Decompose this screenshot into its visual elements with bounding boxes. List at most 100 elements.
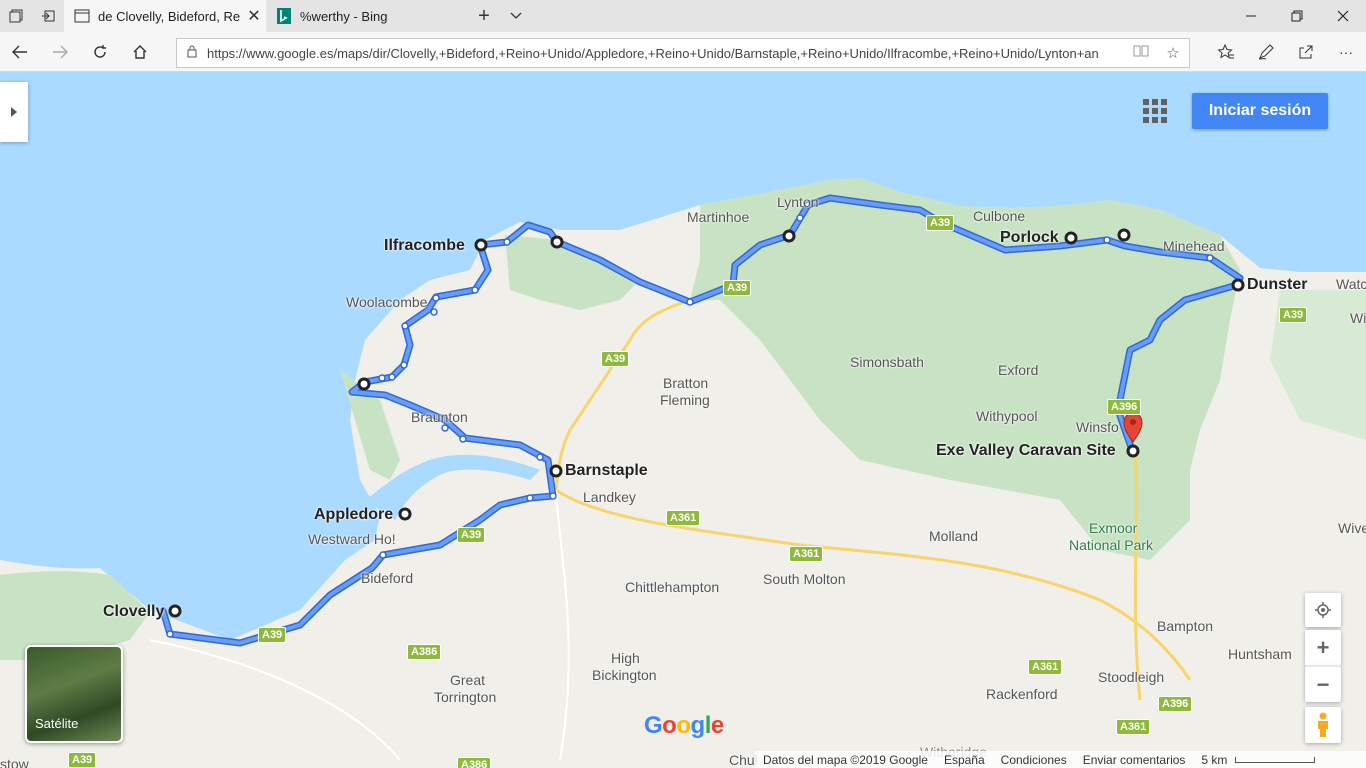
place-label: Withypool bbox=[976, 408, 1038, 424]
lock-icon[interactable] bbox=[177, 45, 207, 61]
home-icon[interactable] bbox=[120, 32, 160, 72]
road-shield: A386 bbox=[407, 644, 442, 660]
place-label: Winsfo bbox=[1076, 419, 1119, 435]
place-label: Torrington bbox=[434, 689, 497, 705]
url-text[interactable]: https://www.google.es/maps/dir/Clovelly,… bbox=[207, 46, 1125, 61]
place-label: Huntsham bbox=[1228, 646, 1292, 662]
google-logo: Google bbox=[644, 712, 724, 739]
apps-grid-icon[interactable] bbox=[1140, 96, 1170, 126]
scale-label[interactable]: 5 km bbox=[1201, 753, 1227, 767]
place-label[interactable]: Dunster bbox=[1247, 276, 1307, 293]
forward-arrow-icon[interactable] bbox=[40, 32, 80, 72]
place-label: Martinhoe bbox=[687, 209, 750, 225]
place-label: stow bbox=[0, 756, 29, 768]
place-label: Fleming bbox=[660, 392, 710, 408]
road-shield: A39 bbox=[1279, 307, 1308, 323]
road-shield: A39 bbox=[258, 627, 287, 643]
zoom-in-button[interactable]: + bbox=[1305, 630, 1341, 666]
zoom-out-button[interactable]: − bbox=[1305, 666, 1341, 702]
place-label[interactable]: Exe Valley Caravan Site bbox=[936, 442, 1116, 459]
expand-panel-button[interactable] bbox=[0, 82, 28, 142]
place-label[interactable]: Ilfracombe bbox=[384, 237, 465, 254]
place-label[interactable]: Appledore bbox=[314, 506, 393, 523]
place-label: High bbox=[611, 650, 640, 666]
place-label: Bideford bbox=[361, 570, 414, 586]
restore-icon[interactable] bbox=[1274, 0, 1320, 32]
favorite-star-icon[interactable]: ☆ bbox=[1157, 44, 1189, 62]
bing-icon bbox=[276, 8, 292, 24]
more-icon[interactable]: ··· bbox=[1326, 32, 1366, 72]
close-tab-icon[interactable]: ✕ bbox=[242, 6, 266, 26]
tab-google-maps[interactable]: de Clovelly, Bideford, Re ✕ bbox=[64, 0, 266, 32]
place-label[interactable]: Clovelly bbox=[103, 603, 164, 620]
place-label: Bratton bbox=[663, 375, 709, 391]
road-shield: A386 bbox=[457, 757, 492, 768]
place-label: Landkey bbox=[583, 489, 636, 505]
place-label: Watc bbox=[1336, 276, 1366, 292]
address-bar[interactable]: https://www.google.es/maps/dir/Clovelly,… bbox=[176, 38, 1190, 68]
place-label: Lynton bbox=[777, 194, 819, 210]
place-label: Westward Ho! bbox=[308, 531, 396, 547]
satellite-layer-button[interactable]: Satélite bbox=[25, 645, 123, 743]
satellite-label: Satélite bbox=[35, 716, 79, 731]
terms-link[interactable]: Condiciones bbox=[1001, 753, 1067, 767]
reading-view-icon[interactable] bbox=[1125, 44, 1157, 62]
feedback-link[interactable]: Enviar comentarios bbox=[1083, 753, 1186, 767]
share-icon[interactable] bbox=[1286, 32, 1326, 72]
place-label[interactable]: Barnstaple bbox=[565, 462, 648, 479]
street-view-pegman-icon[interactable] bbox=[1305, 707, 1341, 743]
road-shield: A39 bbox=[723, 280, 752, 296]
scale-bar[interactable] bbox=[1235, 756, 1316, 763]
back-arrow-icon[interactable] bbox=[0, 32, 40, 72]
new-tab-icon[interactable]: + bbox=[467, 0, 501, 32]
tab-bing[interactable]: %werthy - Bing bbox=[266, 0, 466, 32]
road-shield: A39 bbox=[926, 215, 955, 231]
tab-bar: de Clovelly, Bideford, Re ✕ %werthy - Bi… bbox=[0, 0, 1366, 32]
road-shield: A39 bbox=[457, 527, 486, 543]
road-shield: A361 bbox=[666, 510, 701, 526]
set-tabs-aside-icon[interactable] bbox=[32, 0, 64, 32]
map-footer: Datos del mapa ©2019 Google España Condi… bbox=[755, 751, 1366, 768]
place-label: Minehead bbox=[1163, 238, 1225, 254]
place-label: Wi bbox=[1350, 310, 1366, 326]
place-label: Simonsbath bbox=[850, 354, 924, 370]
road-shield: A39 bbox=[601, 351, 630, 367]
pen-icon[interactable] bbox=[1246, 32, 1286, 72]
my-location-button[interactable] bbox=[1305, 593, 1341, 627]
place-label: Braunton bbox=[411, 409, 468, 425]
map-base bbox=[0, 72, 1366, 768]
map-data-attribution: Datos del mapa ©2019 Google bbox=[763, 752, 928, 767]
road-shield: A396 bbox=[1158, 696, 1193, 712]
place-label: Woolacombe bbox=[346, 294, 428, 310]
refresh-icon[interactable] bbox=[80, 32, 120, 72]
tab-title: %werthy - Bing bbox=[300, 8, 388, 24]
road-shield: A396 bbox=[1107, 399, 1142, 415]
sign-in-button[interactable]: Iniciar sesión bbox=[1192, 93, 1328, 129]
place-label: Stoodleigh bbox=[1098, 669, 1165, 685]
crosshair-icon bbox=[1315, 602, 1331, 618]
close-window-icon[interactable] bbox=[1320, 0, 1366, 32]
place-label: Culbone bbox=[973, 208, 1026, 224]
place-label: Wive bbox=[1338, 520, 1366, 536]
place-label: Chittlehampton bbox=[625, 579, 720, 595]
place-label: National Park bbox=[1069, 537, 1154, 553]
chevron-down-icon[interactable] bbox=[500, 0, 532, 32]
country-link[interactable]: España bbox=[944, 753, 985, 767]
place-label: Rackenford bbox=[986, 686, 1058, 702]
road-shield: A361 bbox=[1116, 719, 1151, 735]
place-label: Chul bbox=[729, 752, 758, 768]
place-label: Bampton bbox=[1157, 618, 1214, 634]
favorites-icon[interactable] bbox=[1206, 32, 1246, 72]
place-label: Molland bbox=[929, 528, 979, 544]
place-label: Exmoor bbox=[1089, 520, 1138, 536]
minimize-icon[interactable] bbox=[1228, 0, 1274, 32]
map-canvas[interactable]: Iniciar sesión Clovelly Appledore Barnst… bbox=[0, 72, 1366, 768]
road-shield: A39 bbox=[68, 752, 97, 768]
road-shield: A361 bbox=[1028, 659, 1063, 675]
navigation-bar: https://www.google.es/maps/dir/Clovelly,… bbox=[0, 32, 1366, 72]
road-shield: A361 bbox=[789, 546, 824, 562]
page-icon bbox=[74, 8, 90, 24]
place-label: Bickington bbox=[592, 667, 657, 683]
place-label[interactable]: Porlock bbox=[1000, 229, 1059, 246]
tab-manager-icon[interactable] bbox=[0, 0, 32, 32]
